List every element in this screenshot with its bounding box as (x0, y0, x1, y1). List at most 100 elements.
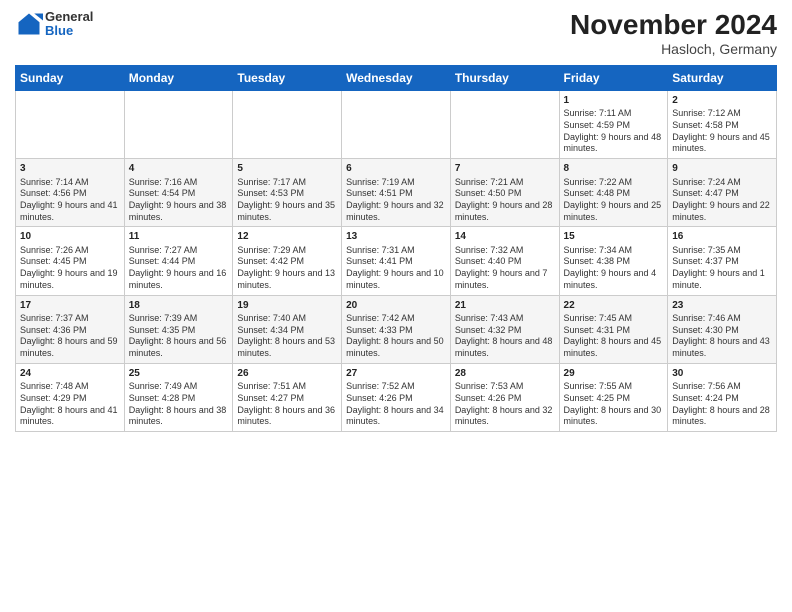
col-monday: Monday (124, 65, 233, 90)
day-info: Sunrise: 7:24 AM Sunset: 4:47 PM Dayligh… (672, 177, 772, 224)
logo-general: General (45, 10, 93, 24)
day-info: Sunrise: 7:11 AM Sunset: 4:59 PM Dayligh… (564, 108, 664, 155)
header-row: Sunday Monday Tuesday Wednesday Thursday… (16, 65, 777, 90)
day-number: 23 (672, 299, 772, 313)
day-number: 30 (672, 367, 772, 381)
day-info: Sunrise: 7:37 AM Sunset: 4:36 PM Dayligh… (20, 313, 120, 360)
day-number: 20 (346, 299, 446, 313)
day-number: 24 (20, 367, 120, 381)
day-info: Sunrise: 7:27 AM Sunset: 4:44 PM Dayligh… (129, 245, 229, 292)
day-number: 7 (455, 162, 555, 176)
day-info: Sunrise: 7:39 AM Sunset: 4:35 PM Dayligh… (129, 313, 229, 360)
day-number: 28 (455, 367, 555, 381)
day-number: 13 (346, 230, 446, 244)
calendar-cell: 16Sunrise: 7:35 AM Sunset: 4:37 PM Dayli… (668, 227, 777, 295)
day-number: 10 (20, 230, 120, 244)
day-info: Sunrise: 7:26 AM Sunset: 4:45 PM Dayligh… (20, 245, 120, 292)
logo-icon (15, 10, 43, 38)
day-number: 4 (129, 162, 229, 176)
calendar-week-3: 17Sunrise: 7:37 AM Sunset: 4:36 PM Dayli… (16, 295, 777, 363)
calendar-cell (124, 90, 233, 158)
day-info: Sunrise: 7:35 AM Sunset: 4:37 PM Dayligh… (672, 245, 772, 292)
day-info: Sunrise: 7:43 AM Sunset: 4:32 PM Dayligh… (455, 313, 555, 360)
calendar-week-0: 1Sunrise: 7:11 AM Sunset: 4:59 PM Daylig… (16, 90, 777, 158)
day-number: 15 (564, 230, 664, 244)
day-number: 11 (129, 230, 229, 244)
calendar-cell: 30Sunrise: 7:56 AM Sunset: 4:24 PM Dayli… (668, 363, 777, 431)
day-number: 9 (672, 162, 772, 176)
day-number: 21 (455, 299, 555, 313)
day-info: Sunrise: 7:22 AM Sunset: 4:48 PM Dayligh… (564, 177, 664, 224)
calendar-cell: 13Sunrise: 7:31 AM Sunset: 4:41 PM Dayli… (342, 227, 451, 295)
day-number: 12 (237, 230, 337, 244)
col-wednesday: Wednesday (342, 65, 451, 90)
day-number: 6 (346, 162, 446, 176)
month-title: November 2024 (570, 10, 777, 41)
calendar-cell: 28Sunrise: 7:53 AM Sunset: 4:26 PM Dayli… (450, 363, 559, 431)
day-number: 5 (237, 162, 337, 176)
calendar-cell: 25Sunrise: 7:49 AM Sunset: 4:28 PM Dayli… (124, 363, 233, 431)
calendar-body: 1Sunrise: 7:11 AM Sunset: 4:59 PM Daylig… (16, 90, 777, 431)
location: Hasloch, Germany (570, 41, 777, 57)
calendar-cell (450, 90, 559, 158)
header: General Blue November 2024 Hasloch, Germ… (15, 10, 777, 57)
col-friday: Friday (559, 65, 668, 90)
calendar-cell: 3Sunrise: 7:14 AM Sunset: 4:56 PM Daylig… (16, 159, 125, 227)
calendar-cell: 5Sunrise: 7:17 AM Sunset: 4:53 PM Daylig… (233, 159, 342, 227)
day-number: 19 (237, 299, 337, 313)
day-info: Sunrise: 7:19 AM Sunset: 4:51 PM Dayligh… (346, 177, 446, 224)
calendar-cell (16, 90, 125, 158)
calendar-week-4: 24Sunrise: 7:48 AM Sunset: 4:29 PM Dayli… (16, 363, 777, 431)
day-info: Sunrise: 7:42 AM Sunset: 4:33 PM Dayligh… (346, 313, 446, 360)
day-number: 3 (20, 162, 120, 176)
calendar-cell: 7Sunrise: 7:21 AM Sunset: 4:50 PM Daylig… (450, 159, 559, 227)
day-info: Sunrise: 7:48 AM Sunset: 4:29 PM Dayligh… (20, 381, 120, 428)
col-tuesday: Tuesday (233, 65, 342, 90)
calendar-cell: 27Sunrise: 7:52 AM Sunset: 4:26 PM Dayli… (342, 363, 451, 431)
day-info: Sunrise: 7:14 AM Sunset: 4:56 PM Dayligh… (20, 177, 120, 224)
col-saturday: Saturday (668, 65, 777, 90)
day-info: Sunrise: 7:16 AM Sunset: 4:54 PM Dayligh… (129, 177, 229, 224)
day-info: Sunrise: 7:55 AM Sunset: 4:25 PM Dayligh… (564, 381, 664, 428)
day-info: Sunrise: 7:45 AM Sunset: 4:31 PM Dayligh… (564, 313, 664, 360)
day-info: Sunrise: 7:53 AM Sunset: 4:26 PM Dayligh… (455, 381, 555, 428)
calendar-week-1: 3Sunrise: 7:14 AM Sunset: 4:56 PM Daylig… (16, 159, 777, 227)
calendar-cell: 8Sunrise: 7:22 AM Sunset: 4:48 PM Daylig… (559, 159, 668, 227)
calendar-cell: 23Sunrise: 7:46 AM Sunset: 4:30 PM Dayli… (668, 295, 777, 363)
calendar-cell: 11Sunrise: 7:27 AM Sunset: 4:44 PM Dayli… (124, 227, 233, 295)
calendar-cell: 19Sunrise: 7:40 AM Sunset: 4:34 PM Dayli… (233, 295, 342, 363)
day-info: Sunrise: 7:46 AM Sunset: 4:30 PM Dayligh… (672, 313, 772, 360)
calendar-cell: 20Sunrise: 7:42 AM Sunset: 4:33 PM Dayli… (342, 295, 451, 363)
day-number: 8 (564, 162, 664, 176)
day-number: 26 (237, 367, 337, 381)
calendar-cell (342, 90, 451, 158)
day-number: 16 (672, 230, 772, 244)
calendar-cell: 9Sunrise: 7:24 AM Sunset: 4:47 PM Daylig… (668, 159, 777, 227)
calendar-cell: 17Sunrise: 7:37 AM Sunset: 4:36 PM Dayli… (16, 295, 125, 363)
logo: General Blue (15, 10, 93, 39)
calendar-cell: 15Sunrise: 7:34 AM Sunset: 4:38 PM Dayli… (559, 227, 668, 295)
calendar-cell: 2Sunrise: 7:12 AM Sunset: 4:58 PM Daylig… (668, 90, 777, 158)
day-info: Sunrise: 7:12 AM Sunset: 4:58 PM Dayligh… (672, 108, 772, 155)
calendar-cell: 18Sunrise: 7:39 AM Sunset: 4:35 PM Dayli… (124, 295, 233, 363)
logo-blue: Blue (45, 24, 93, 38)
calendar-cell: 14Sunrise: 7:32 AM Sunset: 4:40 PM Dayli… (450, 227, 559, 295)
calendar-header: Sunday Monday Tuesday Wednesday Thursday… (16, 65, 777, 90)
calendar-cell: 1Sunrise: 7:11 AM Sunset: 4:59 PM Daylig… (559, 90, 668, 158)
calendar-cell: 22Sunrise: 7:45 AM Sunset: 4:31 PM Dayli… (559, 295, 668, 363)
calendar-table: Sunday Monday Tuesday Wednesday Thursday… (15, 65, 777, 432)
day-number: 27 (346, 367, 446, 381)
calendar-cell: 29Sunrise: 7:55 AM Sunset: 4:25 PM Dayli… (559, 363, 668, 431)
col-sunday: Sunday (16, 65, 125, 90)
day-info: Sunrise: 7:31 AM Sunset: 4:41 PM Dayligh… (346, 245, 446, 292)
day-number: 29 (564, 367, 664, 381)
title-section: November 2024 Hasloch, Germany (570, 10, 777, 57)
day-info: Sunrise: 7:56 AM Sunset: 4:24 PM Dayligh… (672, 381, 772, 428)
calendar-cell: 6Sunrise: 7:19 AM Sunset: 4:51 PM Daylig… (342, 159, 451, 227)
calendar-cell: 21Sunrise: 7:43 AM Sunset: 4:32 PM Dayli… (450, 295, 559, 363)
col-thursday: Thursday (450, 65, 559, 90)
calendar-cell: 26Sunrise: 7:51 AM Sunset: 4:27 PM Dayli… (233, 363, 342, 431)
day-info: Sunrise: 7:32 AM Sunset: 4:40 PM Dayligh… (455, 245, 555, 292)
day-info: Sunrise: 7:49 AM Sunset: 4:28 PM Dayligh… (129, 381, 229, 428)
day-info: Sunrise: 7:34 AM Sunset: 4:38 PM Dayligh… (564, 245, 664, 292)
